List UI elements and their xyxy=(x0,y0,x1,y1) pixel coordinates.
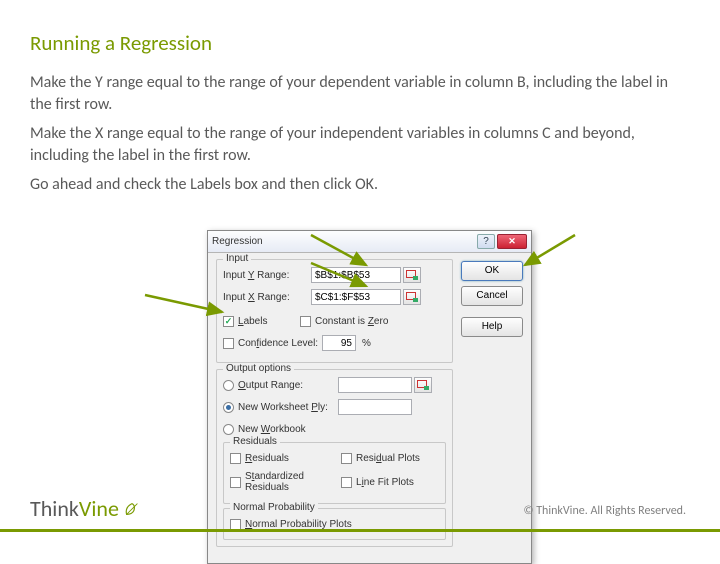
output-range-label: Output Range: xyxy=(238,380,338,391)
std-residuals-label: Standardized Residuals xyxy=(245,471,341,493)
regression-dialog: Regression ? ✕ Input Input Y Range: Inpu… xyxy=(207,230,532,564)
x-range-label: Input X Range: xyxy=(223,292,311,303)
slide-title: Running a Regression xyxy=(30,30,690,56)
body-paragraph: Make the Y range equal to the range of y… xyxy=(30,72,690,115)
labels-checkbox[interactable]: ✓ xyxy=(223,316,234,327)
input-group: Input Input Y Range: Input X Range: ✓ La… xyxy=(216,259,453,363)
new-workbook-label: New Workbook xyxy=(238,424,306,435)
residual-plots-label: Residual Plots xyxy=(356,453,420,464)
output-range-input[interactable] xyxy=(338,377,412,393)
confidence-checkbox[interactable] xyxy=(223,338,234,349)
y-range-input[interactable] xyxy=(311,267,401,283)
logo: ThinkVine xyxy=(30,495,141,522)
residuals-group-label: Residuals xyxy=(230,436,280,447)
y-range-ref-button[interactable] xyxy=(403,267,421,283)
leaf-icon xyxy=(123,500,141,518)
std-residuals-checkbox[interactable] xyxy=(230,477,241,488)
confidence-input[interactable] xyxy=(322,335,356,351)
residuals-label: Residuals xyxy=(245,453,341,464)
ok-button[interactable]: OK xyxy=(461,261,523,281)
confidence-label: Confidence Level: xyxy=(238,338,322,349)
residuals-group: Residuals Residuals Residual Plots Stand… xyxy=(223,442,446,504)
percent-label: % xyxy=(362,338,371,349)
residuals-checkbox[interactable] xyxy=(230,453,241,464)
new-workbook-radio[interactable] xyxy=(223,424,234,435)
new-worksheet-label: New Worksheet Ply: xyxy=(238,402,338,413)
help-button[interactable]: Help xyxy=(461,317,523,337)
new-worksheet-input[interactable] xyxy=(338,399,412,415)
dialog-titlebar[interactable]: Regression ? ✕ xyxy=(208,231,531,253)
input-group-label: Input xyxy=(223,253,251,264)
constant-zero-checkbox[interactable] xyxy=(300,316,311,327)
line-fit-label: Line Fit Plots xyxy=(356,477,414,488)
normal-prob-group: Normal Probability Normal Probability Pl… xyxy=(223,508,446,540)
body-paragraph: Go ahead and check the Labels box and th… xyxy=(30,174,690,196)
line-fit-checkbox[interactable] xyxy=(341,477,352,488)
normal-prob-group-label: Normal Probability xyxy=(230,502,318,513)
help-titlebar-button[interactable]: ? xyxy=(477,234,495,249)
normal-prob-checkbox[interactable] xyxy=(230,519,241,530)
cancel-button[interactable]: Cancel xyxy=(461,286,523,306)
normal-prob-label: Normal Probability Plots xyxy=(245,519,352,530)
body-paragraph: Make the X range equal to the range of y… xyxy=(30,123,690,166)
residual-plots-checkbox[interactable] xyxy=(341,453,352,464)
output-range-radio[interactable] xyxy=(223,380,234,391)
x-range-ref-button[interactable] xyxy=(403,289,421,305)
x-range-input[interactable] xyxy=(311,289,401,305)
dialog-title: Regression xyxy=(212,236,477,247)
labels-label: Labels xyxy=(238,316,300,327)
output-group-label: Output options xyxy=(223,363,294,374)
output-group: Output options Output Range: New Workshe… xyxy=(216,369,453,547)
constant-zero-label: Constant is Zero xyxy=(315,316,388,327)
y-range-label: Input Y Range: xyxy=(223,270,311,281)
footer-divider xyxy=(0,529,720,532)
output-range-ref-button[interactable] xyxy=(414,377,432,393)
new-worksheet-radio[interactable] xyxy=(223,402,234,413)
copyright-text: © ThinkVine. All Rights Reserved. xyxy=(523,504,686,518)
close-button[interactable]: ✕ xyxy=(497,234,527,249)
logo-text: ThinkVine xyxy=(30,495,119,522)
